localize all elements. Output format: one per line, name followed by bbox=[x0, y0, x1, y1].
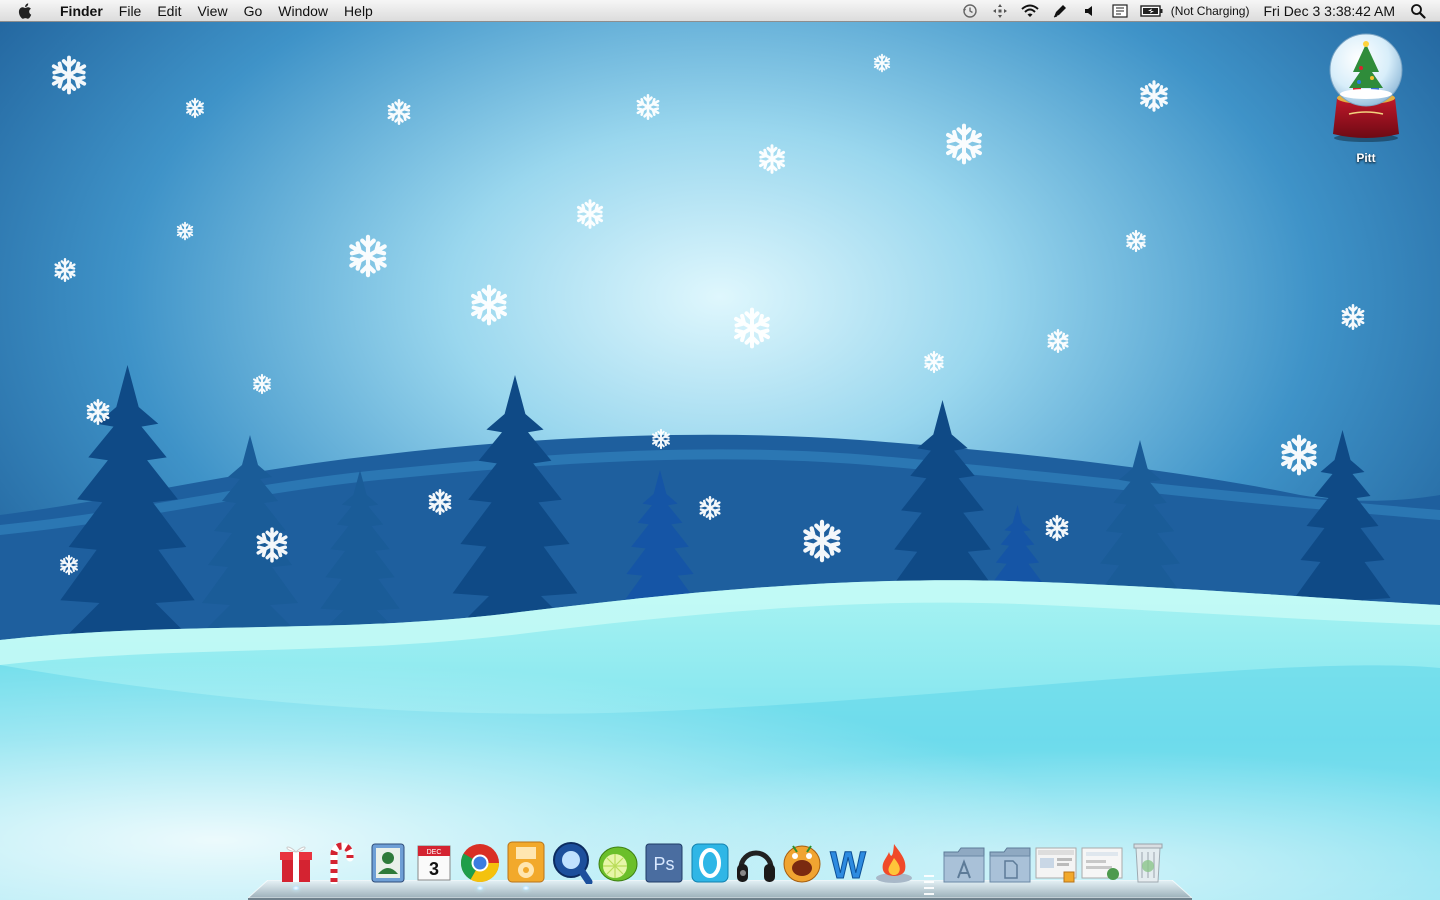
gift-icon bbox=[280, 846, 312, 882]
dock-ical[interactable]: DEC 3 bbox=[412, 838, 456, 884]
menu-bar-extras: (Not Charging) Fri Dec 3 3:38:42 AM bbox=[955, 0, 1440, 22]
battery-icon[interactable] bbox=[1140, 2, 1164, 20]
spotlight-search-icon[interactable] bbox=[1408, 2, 1428, 20]
adium-icon bbox=[783, 845, 821, 883]
ical-icon: DEC 3 bbox=[417, 845, 451, 881]
candy-cane-icon bbox=[330, 842, 354, 884]
photoshop-icon: Ps bbox=[645, 843, 683, 883]
dock-screenshot-stack[interactable] bbox=[1034, 838, 1078, 884]
menu-app-finder[interactable]: Finder bbox=[52, 0, 111, 22]
burn-icon bbox=[876, 844, 912, 883]
volume-icon[interactable] bbox=[1080, 2, 1100, 20]
desktop-icon-pitt[interactable]: Pitt bbox=[1320, 30, 1412, 165]
menu-go[interactable]: Go bbox=[236, 0, 271, 22]
dock-headphones[interactable] bbox=[734, 838, 778, 884]
running-indicator bbox=[293, 886, 299, 890]
snow-globe-drive-icon bbox=[1329, 33, 1403, 142]
dock-documents-folder[interactable] bbox=[988, 838, 1032, 884]
headphones-icon bbox=[737, 850, 775, 882]
menu-view[interactable]: View bbox=[189, 0, 235, 22]
menu-file[interactable]: File bbox=[111, 0, 150, 22]
word-icon: W bbox=[830, 845, 867, 885]
time-machine-icon[interactable] bbox=[960, 2, 980, 20]
wifi-icon[interactable] bbox=[1020, 2, 1040, 20]
dock-separator[interactable] bbox=[922, 872, 936, 896]
dock-lime[interactable] bbox=[596, 838, 640, 884]
photoshop-label: Ps bbox=[653, 854, 674, 874]
menu-window[interactable]: Window bbox=[270, 0, 336, 22]
apple-logo-icon[interactable] bbox=[14, 2, 38, 20]
dock-trash[interactable] bbox=[1126, 838, 1170, 884]
desktop-wallpaper bbox=[0, 0, 1440, 900]
dock-burn[interactable] bbox=[872, 838, 916, 884]
dock-applications-folder[interactable] bbox=[942, 838, 986, 884]
input-menu-icon[interactable] bbox=[1110, 2, 1130, 20]
menu-bar: Finder File Edit View Go Window Help (No… bbox=[0, 0, 1440, 22]
documents-folder-icon bbox=[989, 847, 1031, 883]
menu-bar-left: Finder File Edit View Go Window Help bbox=[0, 0, 381, 22]
trash-icon bbox=[1133, 843, 1163, 883]
menu-help[interactable]: Help bbox=[336, 0, 381, 22]
word-label: W bbox=[830, 845, 866, 884]
menu-edit[interactable]: Edit bbox=[149, 0, 189, 22]
dock-gift[interactable] bbox=[274, 838, 318, 890]
screenshot-stack-icon bbox=[1035, 847, 1077, 883]
opera-icon bbox=[691, 843, 729, 883]
dock-word[interactable]: W bbox=[826, 838, 870, 885]
dock-downloads-stack[interactable] bbox=[1080, 838, 1124, 884]
dock-address-book[interactable] bbox=[366, 838, 410, 884]
dock-quicktime[interactable] bbox=[550, 838, 594, 884]
ical-month: DEC bbox=[427, 849, 442, 856]
applications-folder-icon bbox=[943, 847, 985, 883]
ink-pen-icon[interactable] bbox=[1050, 2, 1070, 20]
running-indicator bbox=[477, 886, 483, 890]
downloads-stack-icon bbox=[1081, 847, 1123, 880]
chrome-icon bbox=[460, 844, 500, 883]
quicktime-icon bbox=[553, 842, 593, 884]
desktop-icon-label[interactable]: Pitt bbox=[1320, 151, 1412, 165]
dock: DEC 3 Ps W bbox=[248, 838, 1192, 900]
ipod-icon bbox=[507, 841, 545, 883]
ical-day: 3 bbox=[429, 859, 439, 879]
dock-photoshop[interactable]: Ps bbox=[642, 838, 686, 884]
dock-candy-cane[interactable] bbox=[320, 838, 364, 884]
dock-ipod[interactable] bbox=[504, 838, 548, 890]
dock-opera[interactable] bbox=[688, 838, 732, 884]
lime-icon bbox=[598, 846, 638, 882]
spaces-icon[interactable] bbox=[990, 2, 1010, 20]
running-indicator bbox=[523, 886, 529, 890]
address-book-icon bbox=[371, 843, 405, 883]
menu-clock[interactable]: Fri Dec 3 3:38:42 AM bbox=[1263, 3, 1395, 19]
dock-adium[interactable] bbox=[780, 838, 824, 884]
dock-chrome[interactable] bbox=[458, 838, 502, 890]
battery-status-text[interactable]: (Not Charging) bbox=[1171, 4, 1250, 18]
